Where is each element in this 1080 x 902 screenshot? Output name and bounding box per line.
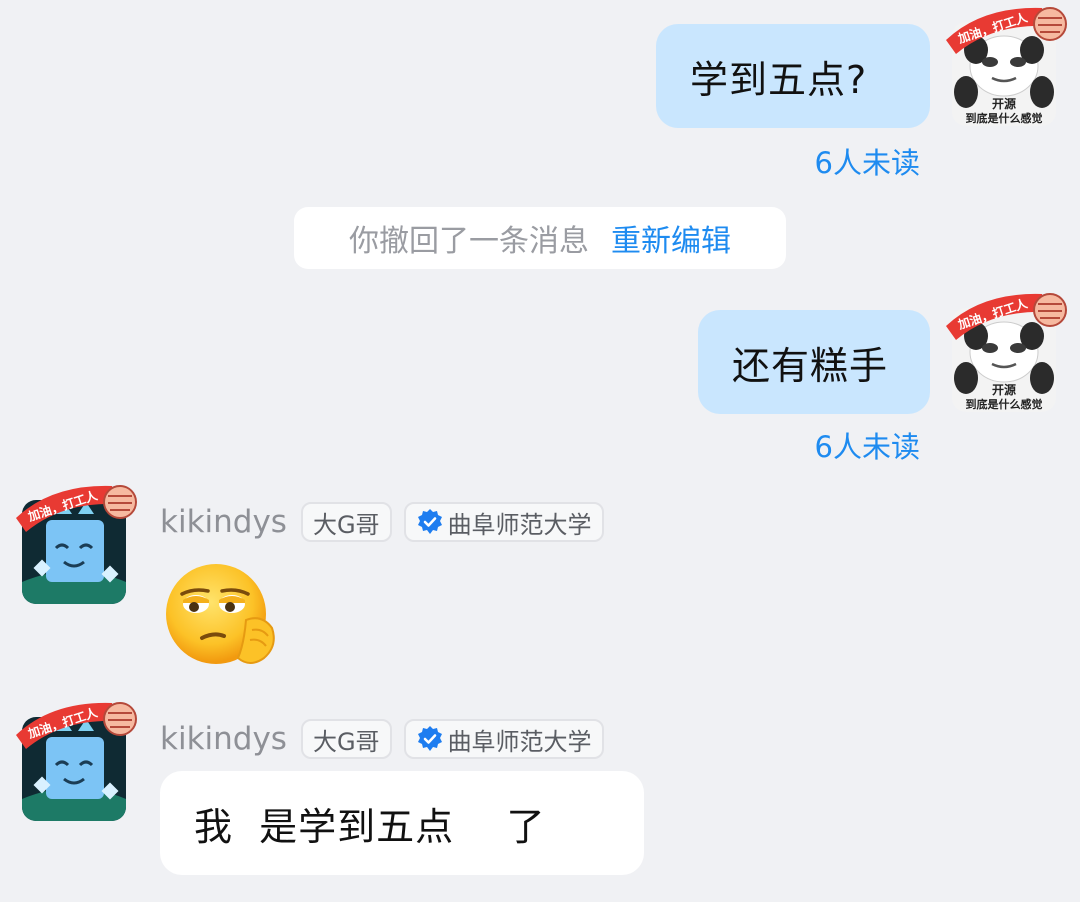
system-notice: 你撤回了一条消息 重新编辑 bbox=[294, 207, 786, 269]
avatar-frame-badge: 加油，打工人 bbox=[16, 702, 137, 749]
received-message-bubble[interactable]: 我 是学到五点 了 bbox=[160, 771, 644, 875]
sender-info: kikindys 大G哥 曲阜师范大学 bbox=[160, 500, 616, 544]
self-message-bubble[interactable]: 学到五点? bbox=[656, 24, 930, 128]
sender-info: kikindys 大G哥 曲阜师范大学 bbox=[160, 717, 616, 761]
face-with-rolling-eyes-emoji-icon[interactable] bbox=[162, 558, 282, 672]
verified-badge-icon bbox=[417, 726, 442, 751]
svg-text:到底是什么感觉: 到底是什么感觉 bbox=[966, 111, 1043, 125]
school-tag[interactable]: 曲阜师范大学 bbox=[403, 502, 604, 542]
verified-badge-icon bbox=[417, 509, 442, 534]
school-tag[interactable]: 曲阜师范大学 bbox=[403, 719, 604, 759]
message-text: 学到五点? bbox=[690, 57, 868, 102]
title-tag[interactable]: 大G哥 bbox=[300, 502, 392, 542]
svg-text:开源: 开源 bbox=[992, 382, 1016, 397]
re-edit-link[interactable]: 重新编辑 bbox=[611, 216, 731, 260]
message-text: 还有糕手 bbox=[732, 343, 889, 388]
message-text: 我 是学到五点 了 bbox=[194, 804, 546, 849]
title-tag-label: 大G哥 bbox=[312, 510, 380, 539]
sender-name[interactable]: kikindys bbox=[160, 504, 287, 540]
avatar-frame-badge: 加油，打工人 bbox=[946, 293, 1067, 340]
avatar-frame-badge: 加油，打工人 bbox=[16, 485, 137, 532]
school-tag-label: 曲阜师范大学 bbox=[447, 727, 592, 756]
read-status[interactable]: 6人未读 bbox=[780, 424, 920, 466]
self-message-bubble[interactable]: 还有糕手 bbox=[698, 310, 930, 414]
title-tag-label: 大G哥 bbox=[312, 727, 380, 756]
title-tag[interactable]: 大G哥 bbox=[300, 719, 392, 759]
read-status[interactable]: 6人未读 bbox=[780, 140, 920, 182]
chat-view: 学到五点? 开源 到底是什么感觉 加油，打工人 6人未读 你撤回了一条消息 重新… bbox=[0, 0, 1080, 902]
recall-notice-text: 你撤回了一条消息 bbox=[349, 224, 589, 259]
svg-text:开源: 开源 bbox=[992, 96, 1016, 111]
avatar-frame-badge: 加油，打工人 bbox=[946, 7, 1067, 54]
sender-name[interactable]: kikindys bbox=[160, 721, 287, 757]
svg-text:到底是什么感觉: 到底是什么感觉 bbox=[966, 397, 1043, 411]
school-tag-label: 曲阜师范大学 bbox=[447, 510, 592, 539]
